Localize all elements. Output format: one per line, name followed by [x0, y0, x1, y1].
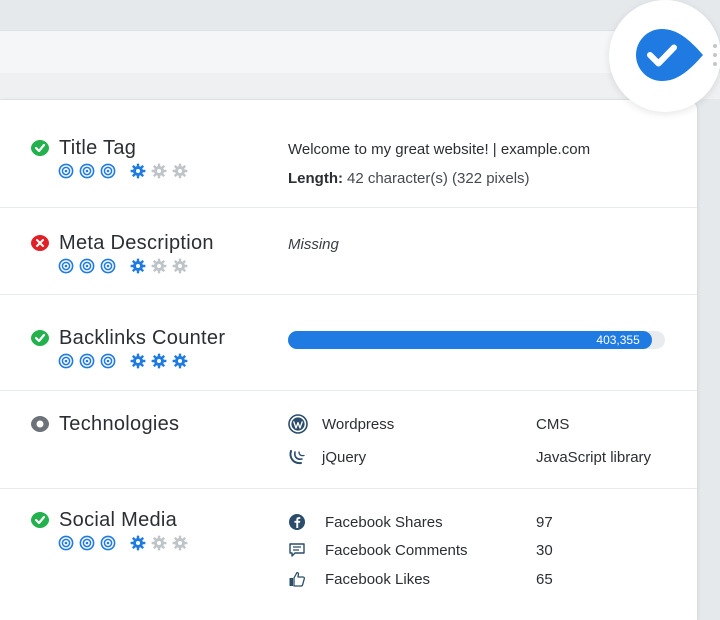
thumbs-up-icon — [288, 570, 306, 588]
importance-target-icon — [100, 258, 116, 274]
rating — [58, 353, 225, 369]
checkmark-badge-icon[interactable] — [609, 0, 720, 112]
importance-target-icon — [79, 535, 95, 551]
tech-item-wordpress: Wordpress — [288, 412, 394, 436]
status-ok-icon — [30, 510, 50, 530]
status-error-icon — [30, 233, 50, 253]
status-info-icon — [30, 414, 50, 434]
difficulty-gear-icon — [172, 535, 188, 551]
comment-icon — [288, 541, 306, 559]
rating — [58, 258, 214, 274]
tech-item-jquery: jQuery — [288, 445, 366, 469]
importance-target-icon — [79, 163, 95, 179]
social-value: 97 — [536, 513, 553, 531]
meta-value: Missing — [288, 236, 339, 253]
row-backlinks-counter: Backlinks Counter 403,355 — [0, 295, 697, 391]
social-name: Facebook Likes — [325, 570, 431, 588]
analysis-card: Title Tag Welcome to my great website! |… — [0, 100, 697, 620]
backlinks-value: 403,355 — [596, 333, 640, 347]
tech-name: jQuery — [322, 448, 367, 466]
badge-container — [609, 0, 720, 112]
social-item-facebook-shares: Facebook Shares — [288, 511, 443, 533]
social-name: Facebook Shares — [325, 513, 443, 531]
difficulty-gear-icon — [151, 353, 167, 369]
backlinks-progress-bar: 403,355 — [288, 331, 665, 349]
facebook-icon — [288, 513, 306, 531]
row-title: Title Tag — [59, 136, 137, 159]
difficulty-gear-icon — [172, 258, 188, 274]
row-title: Technologies — [59, 412, 180, 435]
rating — [58, 163, 193, 179]
backlinks-progress-fill: 403,355 — [288, 331, 652, 349]
difficulty-gear-icon — [130, 163, 146, 179]
status-ok-icon — [30, 138, 50, 158]
top-bar — [0, 30, 640, 74]
difficulty-gear-icon — [130, 535, 146, 551]
importance-target-icon — [100, 353, 116, 369]
row-social-media: Social Media Facebook Shares 97 Facebook… — [0, 489, 697, 620]
wordpress-icon — [288, 414, 308, 434]
row-title: Backlinks Counter — [59, 326, 226, 349]
difficulty-gear-icon — [172, 353, 188, 369]
row-title: Meta Description — [59, 231, 214, 254]
row-title-tag: Title Tag Welcome to my great website! |… — [0, 100, 697, 208]
importance-target-icon — [79, 258, 95, 274]
tech-name: Wordpress — [322, 415, 395, 433]
difficulty-gear-icon — [151, 163, 167, 179]
tech-category: JavaScript library — [536, 448, 652, 466]
social-value: 30 — [536, 541, 553, 559]
importance-target-icon — [79, 353, 95, 369]
social-name: Facebook Comments — [325, 541, 468, 559]
row-meta-description: Meta Description Missing — [0, 208, 697, 295]
social-value: 65 — [536, 570, 553, 588]
row-technologies: Technologies Wordpress CMS jQuery JavaSc… — [0, 391, 697, 489]
importance-target-icon — [58, 258, 74, 274]
social-item-facebook-comments: Facebook Comments — [288, 539, 468, 561]
importance-target-icon — [58, 353, 74, 369]
importance-target-icon — [58, 163, 74, 179]
tech-category: CMS — [536, 415, 570, 433]
status-ok-icon — [30, 328, 50, 348]
length-line: Length: 42 character(s) (322 pixels) — [288, 164, 590, 193]
rating — [58, 535, 193, 551]
row-title: Social Media — [59, 508, 178, 531]
importance-target-icon — [58, 535, 74, 551]
title-value: Welcome to my great website! | example.c… — [288, 141, 591, 158]
difficulty-gear-icon — [151, 535, 167, 551]
difficulty-gear-icon — [130, 353, 146, 369]
difficulty-gear-icon — [151, 258, 167, 274]
kebab-menu-icon[interactable] — [712, 44, 718, 66]
length-value: 42 character(s) (322 pixels) — [346, 170, 530, 187]
jquery-icon — [288, 447, 308, 467]
importance-target-icon — [100, 163, 116, 179]
difficulty-gear-icon — [130, 258, 146, 274]
difficulty-gear-icon — [172, 163, 188, 179]
social-item-facebook-likes: Facebook Likes — [288, 568, 430, 590]
length-label: Length: — [288, 170, 343, 187]
importance-target-icon — [100, 535, 116, 551]
